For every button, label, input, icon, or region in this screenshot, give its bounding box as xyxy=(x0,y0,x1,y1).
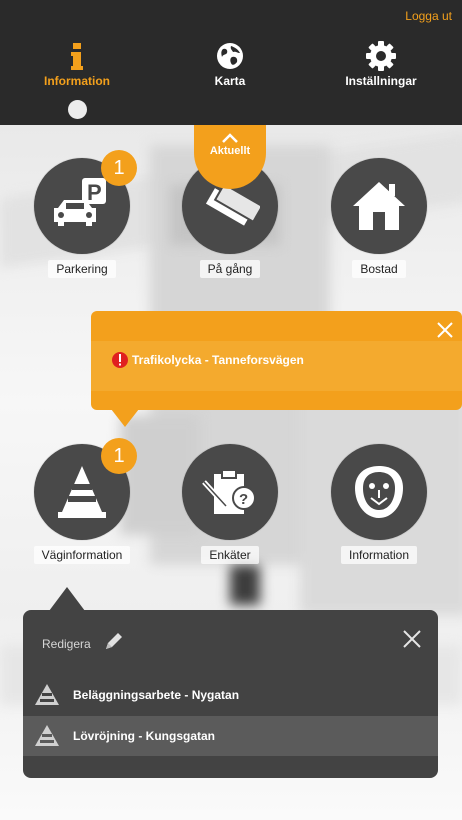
active-tab-indicator xyxy=(68,100,87,119)
tile-label: Bostad xyxy=(352,260,406,278)
road-info-item[interactable]: Lövröjning - Kungsgatan xyxy=(23,716,438,756)
house-icon xyxy=(353,182,405,230)
nav-tab-information[interactable]: Information xyxy=(17,40,137,88)
lion-crest-icon xyxy=(355,466,403,518)
tile-vaginformation[interactable]: Väginformation 1 xyxy=(27,438,137,564)
nav-label-installningar: Inställningar xyxy=(345,74,417,88)
tile-label: På gång xyxy=(199,260,261,278)
svg-text:?: ? xyxy=(239,491,248,508)
chevron-up-icon xyxy=(222,133,238,143)
top-navigation-bar: Logga ut Information Karta Inställningar xyxy=(0,0,462,125)
aktuellt-label: Aktuellt xyxy=(209,145,251,157)
tile-label: Väginformation xyxy=(33,546,131,564)
alert-popup: Trafikolycka - Tanneforsvägen xyxy=(91,311,462,427)
notification-badge: 1 xyxy=(101,438,137,474)
logout-link[interactable]: Logga ut xyxy=(405,9,452,23)
traffic-cone-icon xyxy=(33,683,61,712)
road-info-item-text: Lövröjning - Kungsgatan xyxy=(73,729,215,743)
tile-bostad[interactable]: Bostad xyxy=(324,158,434,278)
road-info-item[interactable]: Beläggningsarbete - Nygatan xyxy=(23,675,438,715)
tile-label: Information xyxy=(340,546,418,564)
parking-car-icon: P xyxy=(54,178,106,226)
close-icon[interactable] xyxy=(402,629,422,654)
survey-clipboard-icon: ? xyxy=(202,469,256,514)
alert-item[interactable]: Trafikolycka - Tanneforsvägen xyxy=(91,341,462,391)
traffic-cone-icon xyxy=(58,466,106,518)
popup-pointer xyxy=(111,409,139,427)
edit-button-label[interactable]: Redigera xyxy=(42,637,91,651)
nav-label-karta: Karta xyxy=(214,74,246,88)
tile-circle xyxy=(331,444,427,540)
nav-tab-karta[interactable]: Karta xyxy=(170,40,290,88)
tile-enkater[interactable]: ? Enkäter xyxy=(175,444,285,564)
globe-icon xyxy=(170,40,290,72)
tile-label: Enkäter xyxy=(201,546,259,564)
exclamation-icon xyxy=(111,351,129,374)
tile-parkering[interactable]: P Parkering 1 xyxy=(27,150,137,278)
notification-badge: 1 xyxy=(101,150,137,186)
tile-information[interactable]: Information xyxy=(324,444,434,564)
tile-circle xyxy=(331,158,427,254)
traffic-cone-icon xyxy=(33,724,61,753)
road-info-item-text: Beläggningsarbete - Nygatan xyxy=(73,688,240,702)
svg-text:P: P xyxy=(87,180,102,205)
gear-icon xyxy=(321,40,441,72)
nav-label-information: Information xyxy=(44,74,110,88)
nav-tab-installningar[interactable]: Inställningar xyxy=(321,40,441,88)
alert-item-text: Trafikolycka - Tanneforsvägen xyxy=(132,353,304,367)
tile-label: Parkering xyxy=(48,260,116,278)
popup-pointer xyxy=(49,587,85,611)
info-icon xyxy=(17,40,137,72)
pencil-icon[interactable] xyxy=(102,631,124,658)
road-info-popup: Redigera Beläggningsarbete - Nygatan Löv… xyxy=(23,587,438,778)
tile-circle: ? xyxy=(182,444,278,540)
